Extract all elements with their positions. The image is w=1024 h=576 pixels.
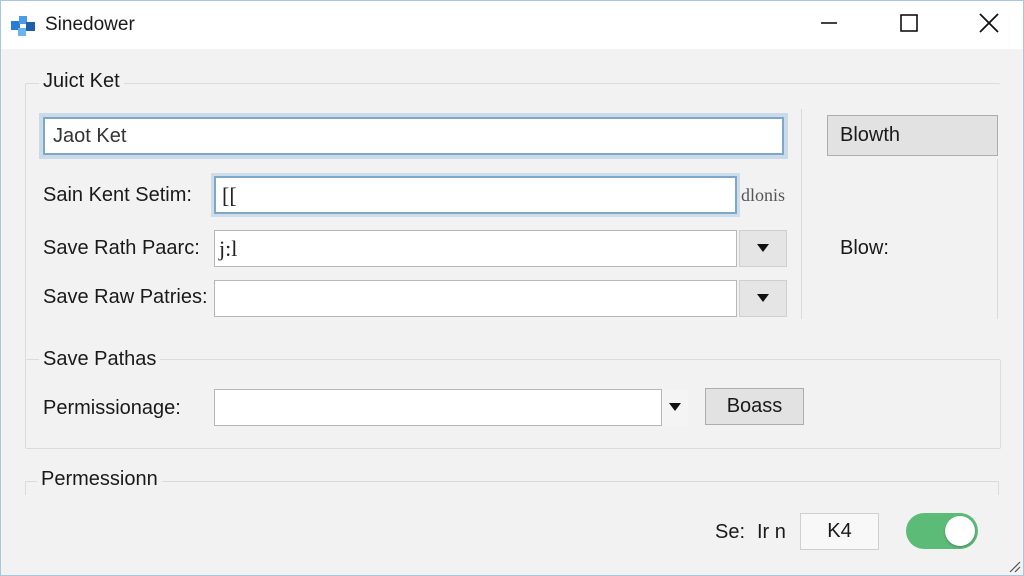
row1-label: Sain Kent Setim: bbox=[43, 184, 192, 206]
group-box-permission-left bbox=[25, 481, 26, 495]
close-icon bbox=[978, 12, 1000, 39]
row3-combo[interactable] bbox=[214, 280, 737, 317]
window-content: Juict Ket Blowth Sain Kent Setim: [[ dlo… bbox=[1, 49, 1023, 575]
permissionage-dropdown-button[interactable] bbox=[662, 389, 688, 426]
row3-dropdown-button[interactable] bbox=[739, 280, 787, 317]
app-logo-icon bbox=[9, 13, 39, 39]
group-title-save-paths: Save Pathas bbox=[39, 347, 161, 371]
row1-input-value: [[ bbox=[222, 183, 237, 208]
minimize-button[interactable] bbox=[789, 1, 869, 49]
group-title-main: Juict Ket bbox=[39, 69, 124, 93]
permissionage-combo[interactable] bbox=[214, 389, 662, 426]
group-title-permission: Permessionn bbox=[37, 467, 162, 491]
chevron-down-icon bbox=[668, 399, 682, 417]
chevron-down-icon bbox=[756, 290, 770, 308]
footer-toggle[interactable] bbox=[906, 513, 978, 549]
boass-button[interactable]: Boass bbox=[705, 388, 804, 425]
permissionage-label: Permissionage: bbox=[43, 397, 181, 419]
group-box-permission-right bbox=[998, 481, 999, 495]
top-input[interactable] bbox=[43, 117, 784, 155]
group-box-permission-top bbox=[25, 481, 999, 482]
row2-combo[interactable]: j:l bbox=[214, 230, 737, 267]
window-title: Sinedower bbox=[45, 14, 135, 35]
k4-button[interactable]: K4 bbox=[800, 513, 879, 550]
row2-dropdown-button[interactable] bbox=[739, 230, 787, 267]
footer-label-2: Ir n bbox=[757, 521, 786, 543]
close-button[interactable] bbox=[949, 1, 1023, 49]
row3-label: Save Raw Patries: bbox=[43, 286, 208, 308]
blowth-button[interactable]: Blowth bbox=[827, 115, 998, 156]
row1-input[interactable]: [[ bbox=[214, 176, 737, 214]
row2-side-label: Blow: bbox=[840, 237, 889, 259]
resize-grip-icon[interactable] bbox=[1007, 559, 1021, 573]
group-right-edge bbox=[997, 159, 998, 319]
footer-label-1: Se: bbox=[715, 521, 746, 543]
chevron-down-icon bbox=[756, 240, 770, 258]
row2-combo-value: j:l bbox=[219, 236, 238, 261]
toggle-knob bbox=[945, 516, 975, 546]
row2-label: Save Rath Paarc: bbox=[43, 237, 200, 259]
title-bar[interactable]: Sinedower bbox=[1, 1, 1023, 49]
row1-suffix: dlonis bbox=[741, 185, 786, 205]
group-divider bbox=[801, 109, 802, 319]
app-window: Sinedower Juict Ket Blowth Sain Kent Set… bbox=[0, 0, 1024, 576]
minimize-icon bbox=[819, 13, 839, 38]
maximize-icon bbox=[899, 13, 919, 38]
maximize-button[interactable] bbox=[869, 1, 949, 49]
